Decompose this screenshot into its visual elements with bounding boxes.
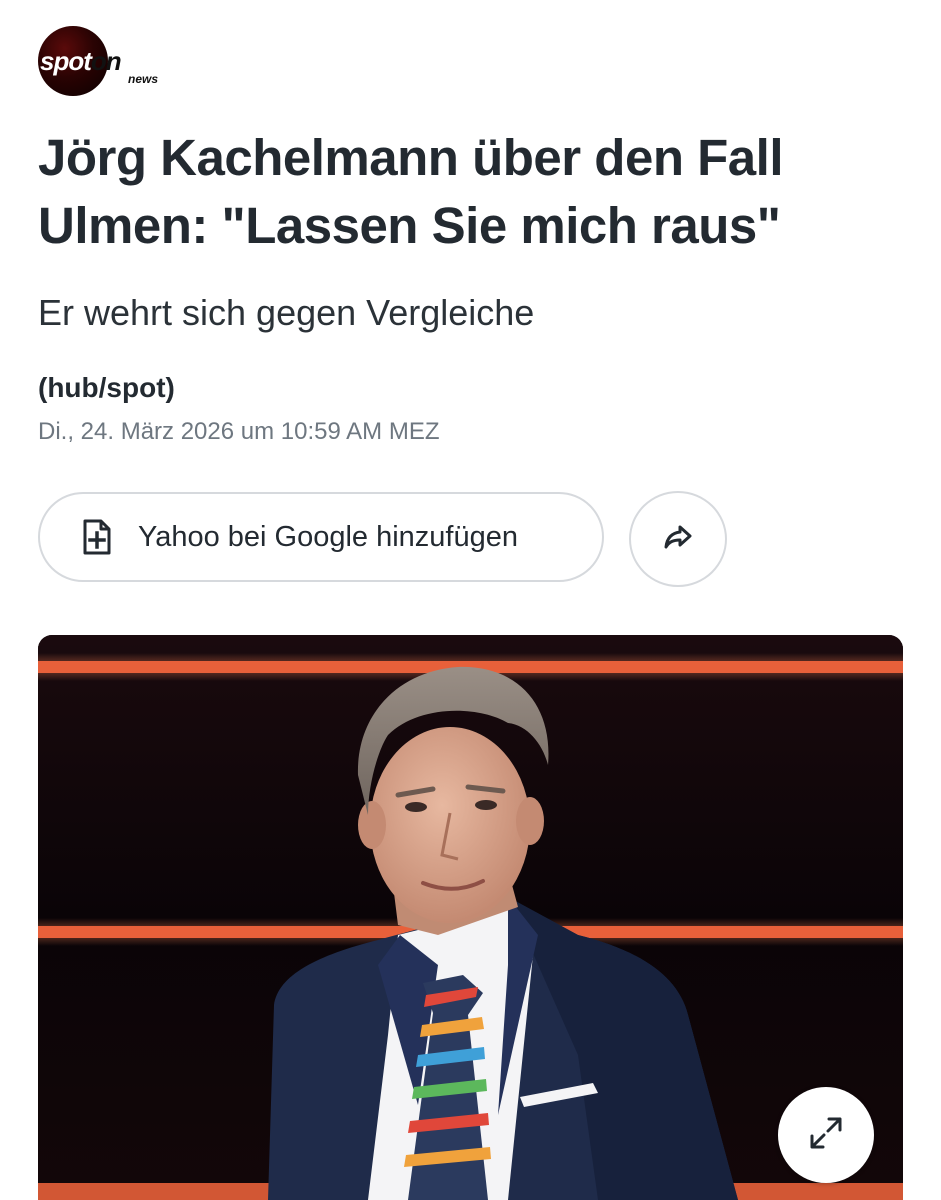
add-to-google-label: Yahoo bei Google hinzufügen <box>138 520 518 553</box>
add-to-google-button[interactable]: Yahoo bei Google hinzufügen <box>38 492 604 582</box>
article-headline: Jörg Kachelmann über den Fall Ulmen: "La… <box>38 129 784 254</box>
logo-spot: spot <box>40 46 92 76</box>
article-photo[interactable] <box>38 635 903 1200</box>
file-plus-icon <box>82 519 112 555</box>
article-photo-illustration <box>38 635 903 1200</box>
share-button[interactable] <box>629 491 727 587</box>
expand-arrows-icon <box>808 1115 844 1156</box>
share-arrow-icon <box>663 524 693 555</box>
spoton-news-logo[interactable]: spoton news <box>38 26 158 98</box>
article-byline: (hub/spot) <box>38 372 175 403</box>
article-dateline: Di., 24. März 2026 um 10:59 AM MEZ <box>38 418 440 445</box>
expand-image-button[interactable] <box>778 1087 874 1183</box>
logo-on: on <box>90 46 122 76</box>
logo-news: news <box>128 72 159 86</box>
logo-wordmark: spoton <box>40 46 122 77</box>
article-subheadline: Er wehrt sich gegen Vergleiche <box>38 292 535 333</box>
